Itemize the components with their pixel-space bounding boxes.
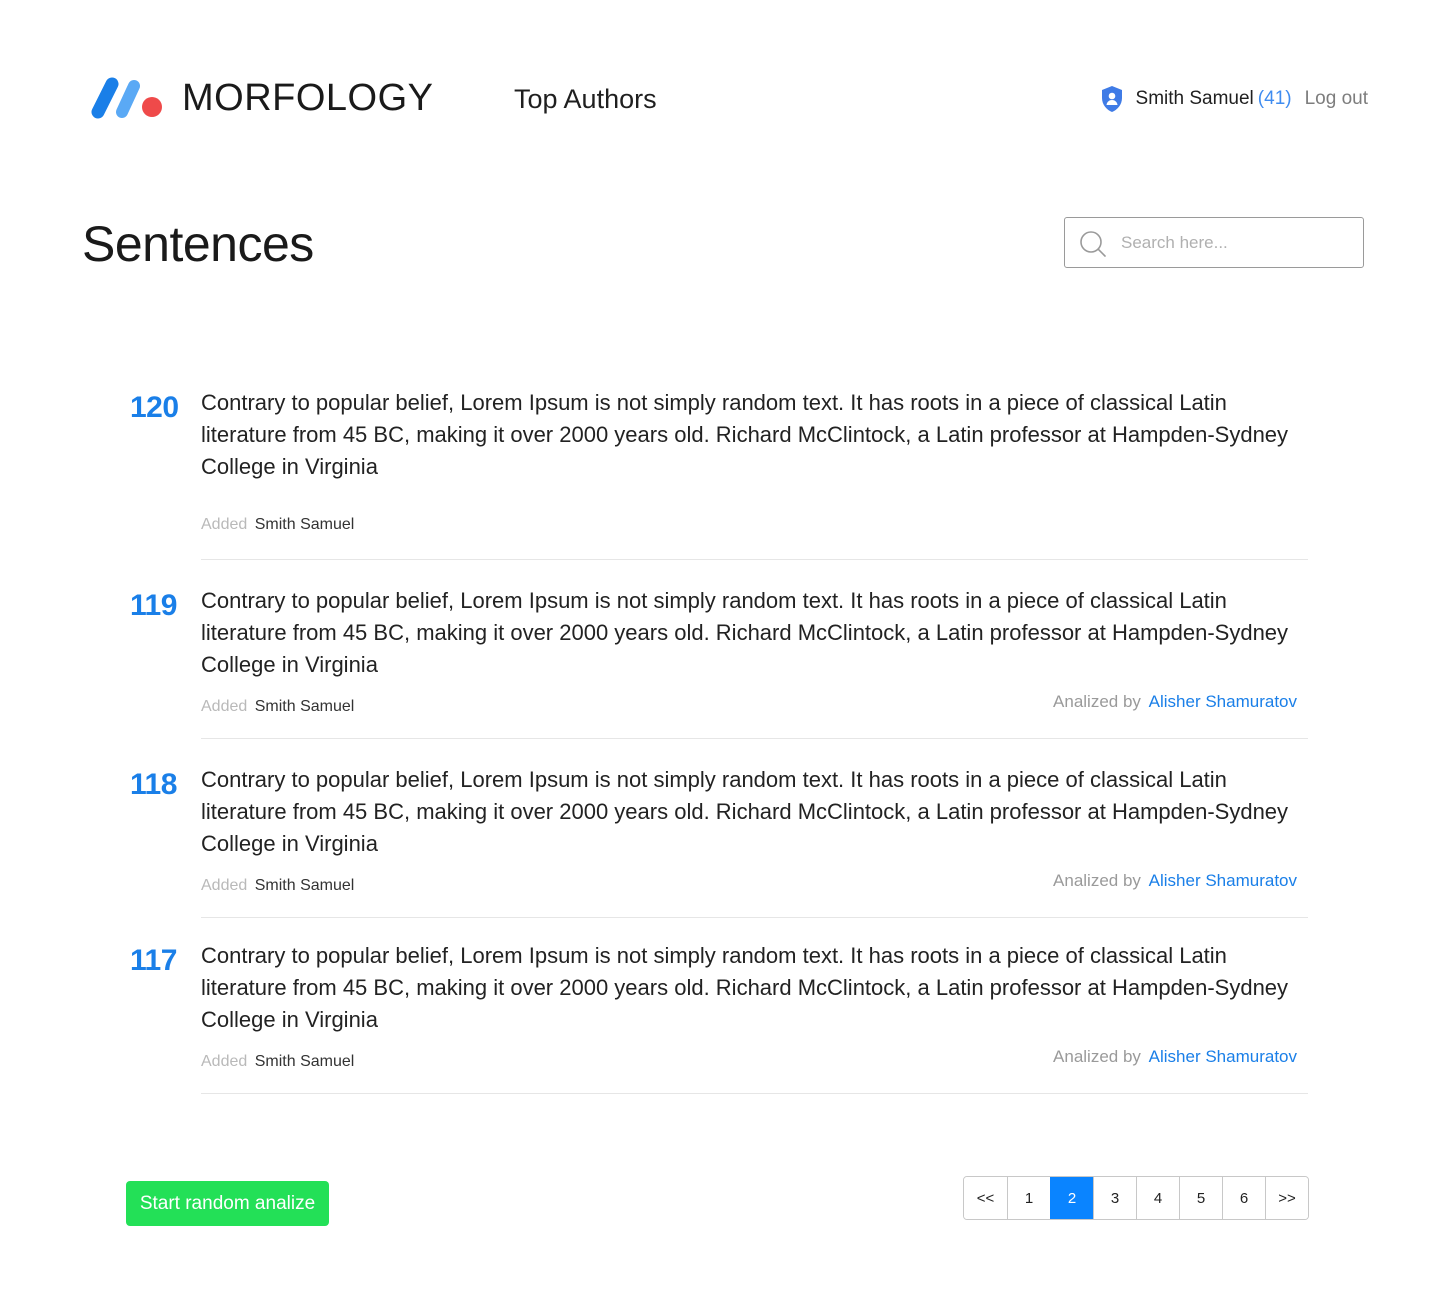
row-divider [201, 738, 1308, 739]
user-count-badge: (41) [1257, 88, 1292, 109]
analyzed-by-user-link[interactable]: Alisher Shamuratov [1149, 1047, 1297, 1066]
user-name[interactable]: Smith Samuel [1136, 88, 1254, 110]
nav-top-authors-link[interactable]: Top Authors [514, 84, 657, 115]
pagination-page-2-current[interactable]: 2 [1050, 1177, 1093, 1219]
page-title: Sentences [82, 216, 314, 272]
sentence-added-meta: Added Smith Samuel [201, 877, 354, 895]
added-by-user[interactable]: Smith Samuel [255, 877, 355, 894]
sentence-number[interactable]: 117 [130, 944, 177, 978]
analyzed-label: Analized by [1053, 692, 1141, 711]
analyzed-label: Analized by [1053, 871, 1141, 890]
pagination-page-3[interactable]: 3 [1093, 1177, 1136, 1219]
sentence-added-meta: Added Smith Samuel [201, 698, 354, 716]
added-by-user[interactable]: Smith Samuel [255, 698, 355, 715]
row-divider [201, 559, 1308, 560]
shield-user-icon [1101, 86, 1122, 112]
pagination-page-4[interactable]: 4 [1136, 1177, 1179, 1219]
pagination-page-1[interactable]: 1 [1007, 1177, 1050, 1219]
header: MORFOLOGY Top Authors Smith Samuel (41) … [0, 0, 1440, 200]
added-by-user[interactable]: Smith Samuel [255, 1053, 355, 1070]
row-divider [201, 1093, 1308, 1094]
sentence-analyzed-meta: Analized by Alisher Shamuratov [1053, 1047, 1297, 1067]
logout-link[interactable]: Log out [1305, 88, 1368, 110]
sentence-added-meta: Added Smith Samuel [201, 1053, 354, 1071]
analyzed-label: Analized by [1053, 1047, 1141, 1066]
row-divider [201, 917, 1308, 918]
sentence-text: Contrary to popular belief, Lorem Ipsum … [201, 588, 1289, 677]
start-random-analize-button[interactable]: Start random analize [126, 1181, 329, 1226]
morfology-logo-icon [91, 77, 162, 119]
search-icon [1080, 231, 1106, 257]
sentence-text: Contrary to popular belief, Lorem Ipsum … [201, 390, 1289, 479]
sentence-added-meta: Added Smith Samuel [201, 516, 354, 534]
added-by-user[interactable]: Smith Samuel [255, 516, 355, 533]
brand-logo[interactable]: MORFOLOGY [88, 74, 433, 122]
sentence-analyzed-meta: Analized by Alisher Shamuratov [1053, 871, 1297, 891]
added-label: Added [201, 698, 248, 715]
search-input[interactable] [1121, 218, 1357, 267]
sentence-analyzed-meta: Analized by Alisher Shamuratov [1053, 692, 1297, 712]
pagination-page-5[interactable]: 5 [1179, 1177, 1222, 1219]
user-menu: Smith Samuel (41) Log out [1100, 85, 1368, 113]
pagination: << 1 2 3 4 5 6 >> [963, 1176, 1309, 1220]
pagination-page-6[interactable]: 6 [1222, 1177, 1265, 1219]
pagination-prev-button[interactable]: << [964, 1177, 1007, 1219]
search-box[interactable] [1064, 217, 1364, 268]
pagination-next-button[interactable]: >> [1265, 1177, 1308, 1219]
analyzed-by-user-link[interactable]: Alisher Shamuratov [1149, 692, 1297, 711]
brand-name: MORFOLOGY [182, 77, 434, 119]
sentence-number[interactable]: 118 [130, 768, 177, 802]
sentence-number[interactable]: 120 [130, 391, 179, 425]
added-label: Added [201, 1053, 248, 1070]
analyzed-by-user-link[interactable]: Alisher Shamuratov [1149, 871, 1297, 890]
added-label: Added [201, 877, 248, 894]
sentence-text: Contrary to popular belief, Lorem Ipsum … [201, 943, 1289, 1032]
sentence-number[interactable]: 119 [130, 589, 177, 623]
sentence-text: Contrary to popular belief, Lorem Ipsum … [201, 767, 1289, 856]
added-label: Added [201, 516, 248, 533]
